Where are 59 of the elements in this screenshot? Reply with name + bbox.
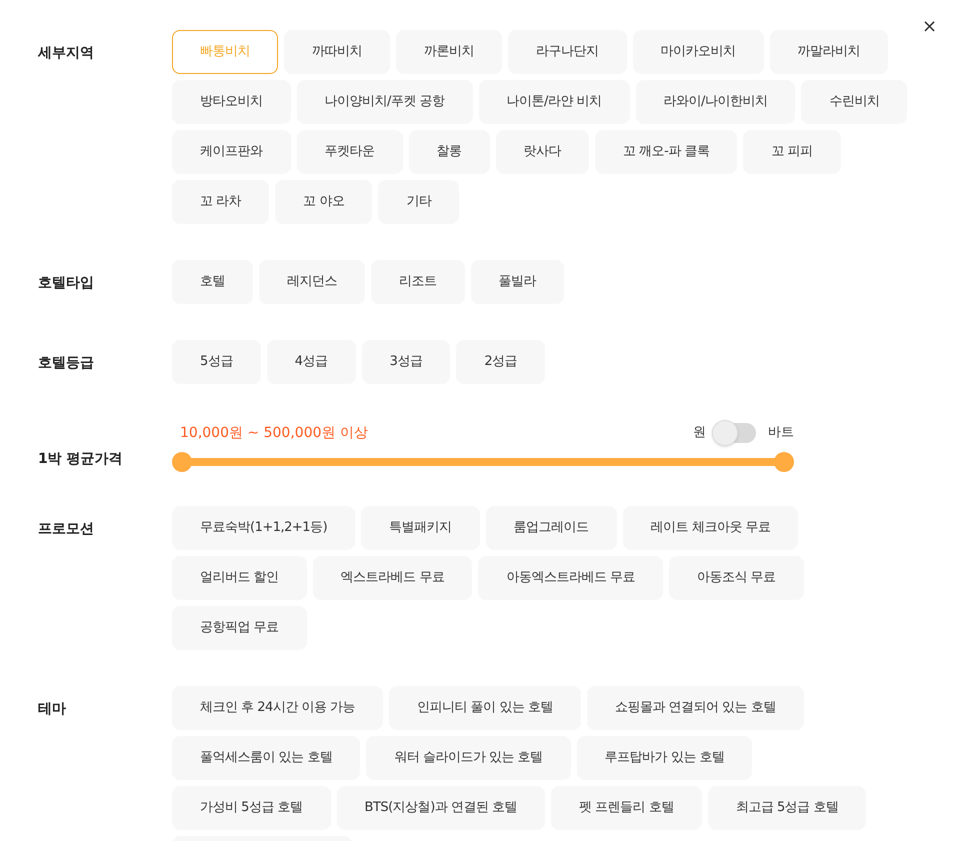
filter-chip[interactable]: 특별패키지 (361, 506, 480, 550)
filter-chip[interactable]: 최고급 5성급 호텔 (708, 786, 866, 830)
filter-chip[interactable]: 찰롱 (408, 130, 490, 174)
filter-chip[interactable]: 까론비치 (396, 30, 502, 74)
filter-chip[interactable]: 리조트 (371, 260, 464, 304)
filter-chip[interactable]: 3성급 (362, 340, 450, 384)
section-label: 호텔타입 (38, 275, 94, 291)
section-label: 1박 평균가격 (38, 451, 123, 467)
close-button[interactable]: × (922, 18, 938, 36)
filter-chip[interactable]: 인피니티 풀이 있는 호텔 (389, 686, 581, 730)
section-label: 프로모션 (38, 521, 94, 537)
filter-chip[interactable]: 워터 슬라이드가 있는 호텔 (366, 736, 571, 780)
filter-chip[interactable]: 레이트 체크아웃 무료 (622, 506, 798, 550)
section-label: 호텔등급 (38, 355, 94, 371)
filter-chip[interactable]: 얼리버드 할인 (172, 556, 307, 600)
filter-chip[interactable]: 엑스트라베드 무료 (312, 556, 472, 600)
filter-chip[interactable]: 아동조식 무료 (668, 556, 804, 600)
filter-chip[interactable]: 풀억세스룸이 있는 호텔 (172, 736, 360, 780)
slider-handle[interactable] (774, 452, 794, 472)
filter-chip[interactable]: 루프탑바가 있는 호텔 (576, 736, 752, 780)
filter-chip[interactable]: 케이프판와 (172, 130, 290, 174)
slider-handle[interactable] (172, 452, 192, 472)
filter-chip[interactable]: 방타오비치 (172, 80, 290, 124)
filter-chip[interactable]: 풀빌라 (470, 260, 564, 304)
filter-chip[interactable]: 기타 (378, 180, 460, 224)
section-label: 세부지역 (38, 45, 94, 61)
filter-chip[interactable]: 아동엑스트라베드 무료 (478, 556, 663, 600)
filter-chip[interactable]: 5성급 (172, 340, 261, 384)
filter-chip[interactable]: 마이카오비치 (632, 30, 764, 74)
currency-toggle[interactable] (712, 423, 756, 443)
filter-chip[interactable]: 레지던스 (259, 260, 365, 304)
filter-chip[interactable]: 체크인 후 24시간 이용 가능 (172, 686, 384, 730)
filter-chip[interactable]: 가성비 5성급 호텔 (172, 786, 331, 830)
section-label: 테마 (38, 701, 66, 717)
filter-chip[interactable]: 공항픽업 무료 (172, 606, 307, 650)
filter-chip[interactable]: 꼬 라차 (172, 180, 270, 224)
currency-label: 바트 (768, 424, 794, 442)
filter-chip[interactable]: 라와이/나이한비치 (636, 80, 796, 124)
filter-chip[interactable]: BTS(지상철)과 연결된 호텔 (336, 786, 546, 830)
filter-chip[interactable]: 수린비치 (801, 80, 908, 124)
filter-chip[interactable]: 푸켓타운 (296, 130, 402, 174)
filter-chip[interactable]: 호텔 (172, 260, 253, 304)
filter-chip[interactable]: 룸업그레이드 (486, 506, 617, 550)
filter-chip[interactable]: 꼬 야오 (275, 180, 372, 224)
filter-chip[interactable]: 펫 프렌들리 호텔 (551, 786, 702, 830)
filter-chip[interactable]: 나이양비치/푸켓 공항 (296, 80, 473, 124)
filter-chip[interactable]: 까따비치 (284, 30, 390, 74)
price-range-text: 10,000원 ~ 500,000원 이상 (180, 424, 368, 442)
filter-chip[interactable]: 랏사다 (496, 130, 589, 174)
filter-chip[interactable]: 꼬 피피 (743, 130, 841, 174)
filter-chip[interactable]: 나이톤/라얀 비치 (478, 80, 630, 124)
filter-chip[interactable]: 무료숙박(1+1,2+1등) (172, 506, 356, 550)
filter-chip[interactable]: 까말라비치 (770, 30, 888, 74)
filter-chip[interactable]: 4성급 (266, 340, 356, 384)
filter-chip[interactable]: 2성급 (456, 340, 546, 384)
filter-chip[interactable]: 쇼핑몰과 연결되어 있는 호텔 (586, 686, 804, 730)
filter-chip[interactable]: 꼬 깨오-파 클록 (595, 130, 738, 174)
currency-label: 원 (693, 424, 706, 442)
filter-chip[interactable]: 라구나단지 (508, 30, 626, 74)
